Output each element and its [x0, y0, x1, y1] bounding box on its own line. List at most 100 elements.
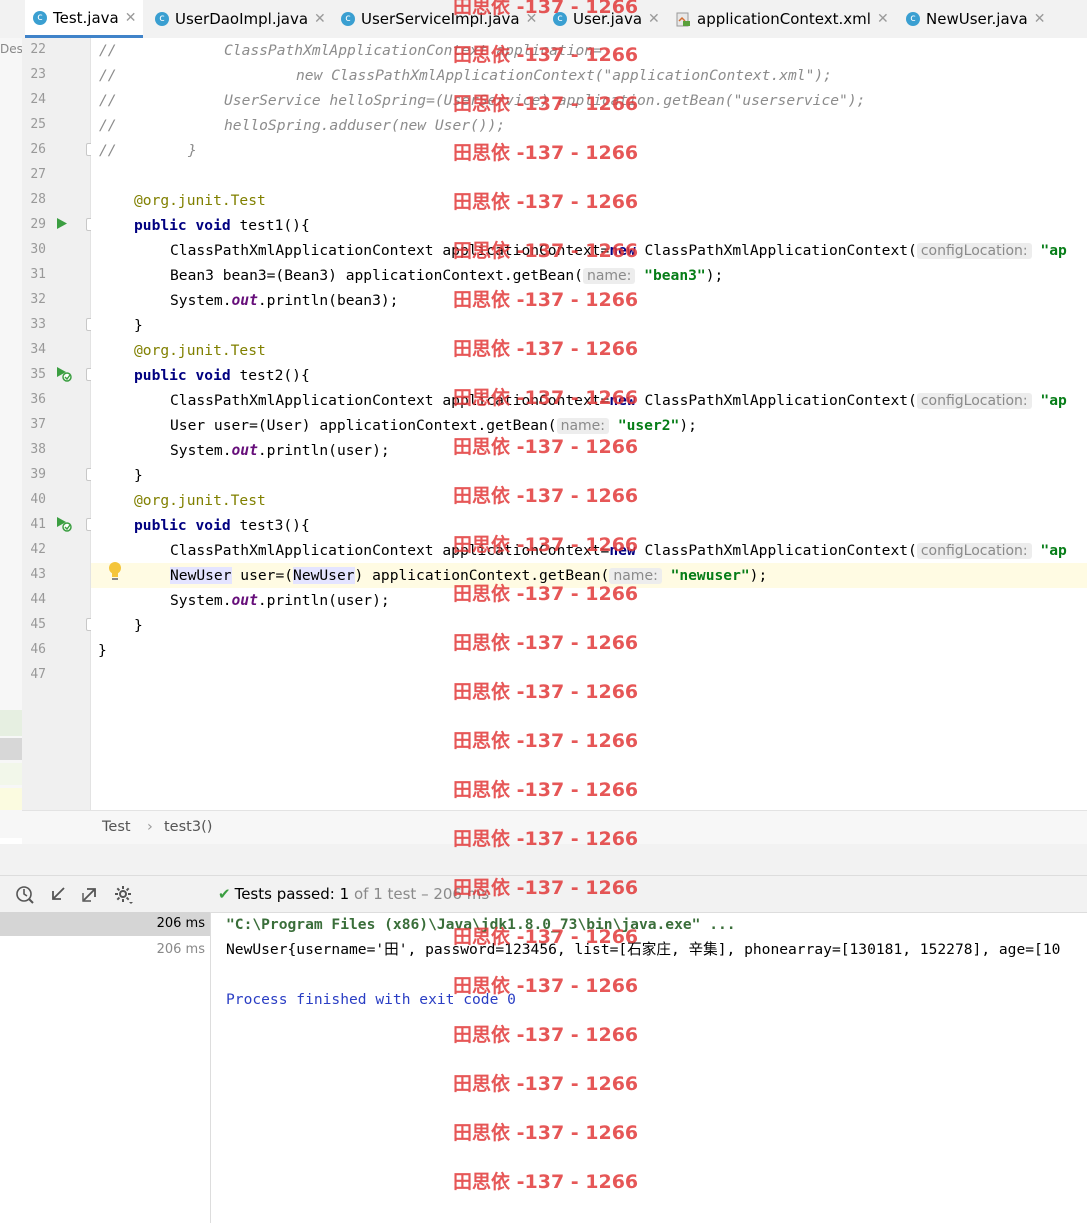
console-line: "C:\Program Files (x86)\Java\jdk1.8.0_73… [226, 916, 736, 933]
console-line: Process finished with exit code 0 [226, 991, 516, 1008]
line-number: 44 [30, 592, 46, 607]
close-icon[interactable]: ✕ [648, 11, 660, 27]
line-number: 29 [30, 217, 46, 232]
parameter-hint: configLocation: [916, 243, 1032, 259]
project-panel-label: Des [0, 42, 23, 56]
tab-test-java[interactable]: c Test.java ✕ [25, 0, 143, 38]
code-line: public void test1(){ [134, 217, 310, 234]
watermark-text: 田思依 -137 - 1266 [453, 1024, 639, 1046]
watermark-text: 田思依 -137 - 1266 [453, 1171, 639, 1193]
class-icon: c [553, 12, 567, 26]
class-icon: c [341, 12, 355, 26]
code-line: } [134, 317, 143, 334]
test-results-tree[interactable]: 206 ms 206 ms [0, 912, 211, 1223]
tab-userdaoimpl-java[interactable]: c UserDaoImpl.java ✕ [155, 0, 326, 38]
line-number: 47 [30, 667, 46, 682]
gear-icon[interactable] [114, 885, 134, 905]
project-panel-edge[interactable]: Des [0, 38, 23, 838]
watermark-text: 田思依 -137 - 1266 [453, 1073, 639, 1095]
run-toolbar: ✔ Tests passed: 1 of 1 test – 206 ms [0, 875, 1087, 913]
class-icon: c [906, 12, 920, 26]
rerun-test-icon[interactable] [56, 516, 72, 532]
tab-label: UserServiceImpl.java [361, 10, 520, 28]
line-number: 33 [30, 317, 46, 332]
code-line: ClassPathXmlApplicationContext applicati… [170, 242, 1067, 259]
line-number: 22 [30, 42, 46, 57]
parameter-hint: configLocation: [916, 543, 1032, 559]
intention-bulb-icon[interactable] [107, 561, 123, 581]
breadcrumb-separator: › [147, 819, 153, 835]
xml-file-icon [676, 12, 690, 26]
line-number: 26 [30, 142, 46, 157]
line-number: 34 [30, 342, 46, 357]
console-output[interactable]: "C:\Program Files (x86)\Java\jdk1.8.0_73… [226, 912, 1060, 1008]
class-icon: c [155, 12, 169, 26]
code-line: System.out.println(user); [170, 442, 390, 459]
breadcrumb-class[interactable]: Test [102, 819, 131, 835]
editor-tab-bar: c Test.java ✕ c UserDaoImpl.java ✕ c Use… [0, 0, 1087, 39]
breadcrumb-method[interactable]: test3() [164, 819, 212, 835]
line-number: 30 [30, 242, 46, 257]
code-line: @org.junit.Test [134, 342, 266, 359]
code-line: ClassPathXmlApplicationContext applicati… [170, 542, 1067, 559]
tab-label: UserDaoImpl.java [175, 10, 309, 28]
line-number: 32 [30, 292, 46, 307]
line-number: 36 [30, 392, 46, 407]
code-line: User user=(User) applicationContext.getB… [170, 417, 697, 434]
breadcrumb: Test › test3() [22, 810, 1087, 845]
close-icon[interactable]: ✕ [1034, 11, 1046, 27]
code-line: } [134, 467, 143, 484]
code-line: public void test2(){ [134, 367, 310, 384]
run-test-icon[interactable] [56, 217, 68, 230]
line-number: 46 [30, 642, 46, 657]
line-number: 31 [30, 267, 46, 282]
line-number: 43 [30, 567, 46, 582]
parameter-hint: name: [582, 268, 636, 284]
line-number: 27 [30, 167, 46, 182]
close-icon[interactable]: ✕ [125, 10, 137, 26]
line-number: 38 [30, 442, 46, 457]
line-number: 23 [30, 67, 46, 82]
close-icon[interactable]: ✕ [526, 11, 538, 27]
tab-label: NewUser.java [926, 10, 1028, 28]
line-number: 35 [30, 367, 46, 382]
code-line: @org.junit.Test [134, 192, 266, 209]
code-line: @org.junit.Test [134, 492, 266, 509]
test-tree-row[interactable]: 206 ms [0, 938, 210, 962]
vcs-marker [0, 788, 22, 810]
tab-newuser-java[interactable]: c NewUser.java ✕ [906, 0, 1045, 38]
line-number: 40 [30, 492, 46, 507]
test-tree-row-root[interactable]: 206 ms [0, 912, 210, 936]
selection-marker [0, 738, 22, 760]
line-number: 45 [30, 617, 46, 632]
export-tests-icon[interactable] [81, 885, 99, 903]
line-number: 42 [30, 542, 46, 557]
code-line: Bean3 bean3=(Bean3) applicationContext.g… [170, 267, 724, 284]
code-line: System.out.println(bean3); [170, 292, 399, 309]
code-line: } [98, 642, 107, 659]
vcs-marker [0, 763, 22, 785]
import-tests-icon[interactable] [49, 885, 67, 903]
code-line: System.out.println(user); [170, 592, 390, 609]
code-line-current: NewUser user=(NewUser) applicationContex… [91, 563, 1087, 588]
tab-user-java[interactable]: c User.java ✕ [553, 0, 660, 38]
code-line: } [134, 617, 143, 634]
line-number: 25 [30, 117, 46, 132]
history-icon[interactable] [15, 885, 35, 905]
close-icon[interactable]: ✕ [877, 11, 889, 27]
tab-applicationcontext-xml[interactable]: applicationContext.xml ✕ [676, 0, 889, 38]
tab-userserviceimpl-java[interactable]: c UserServiceImpl.java ✕ [341, 0, 537, 38]
class-test-icon: c [33, 10, 47, 25]
vcs-marker [0, 710, 22, 736]
line-number: 41 [30, 517, 46, 532]
parameter-hint: configLocation: [916, 393, 1032, 409]
rerun-test-icon[interactable] [56, 366, 72, 382]
check-icon: ✔ [218, 885, 231, 903]
close-icon[interactable]: ✕ [314, 11, 326, 27]
console-line: NewUser{username='田', password=123456, l… [226, 941, 1061, 958]
code-line: ClassPathXmlApplicationContext applicati… [170, 392, 1067, 409]
line-number: 24 [30, 92, 46, 107]
code-line: public void test3(){ [134, 517, 310, 534]
tab-label: Test.java [53, 8, 119, 27]
tab-label: applicationContext.xml [697, 10, 871, 28]
